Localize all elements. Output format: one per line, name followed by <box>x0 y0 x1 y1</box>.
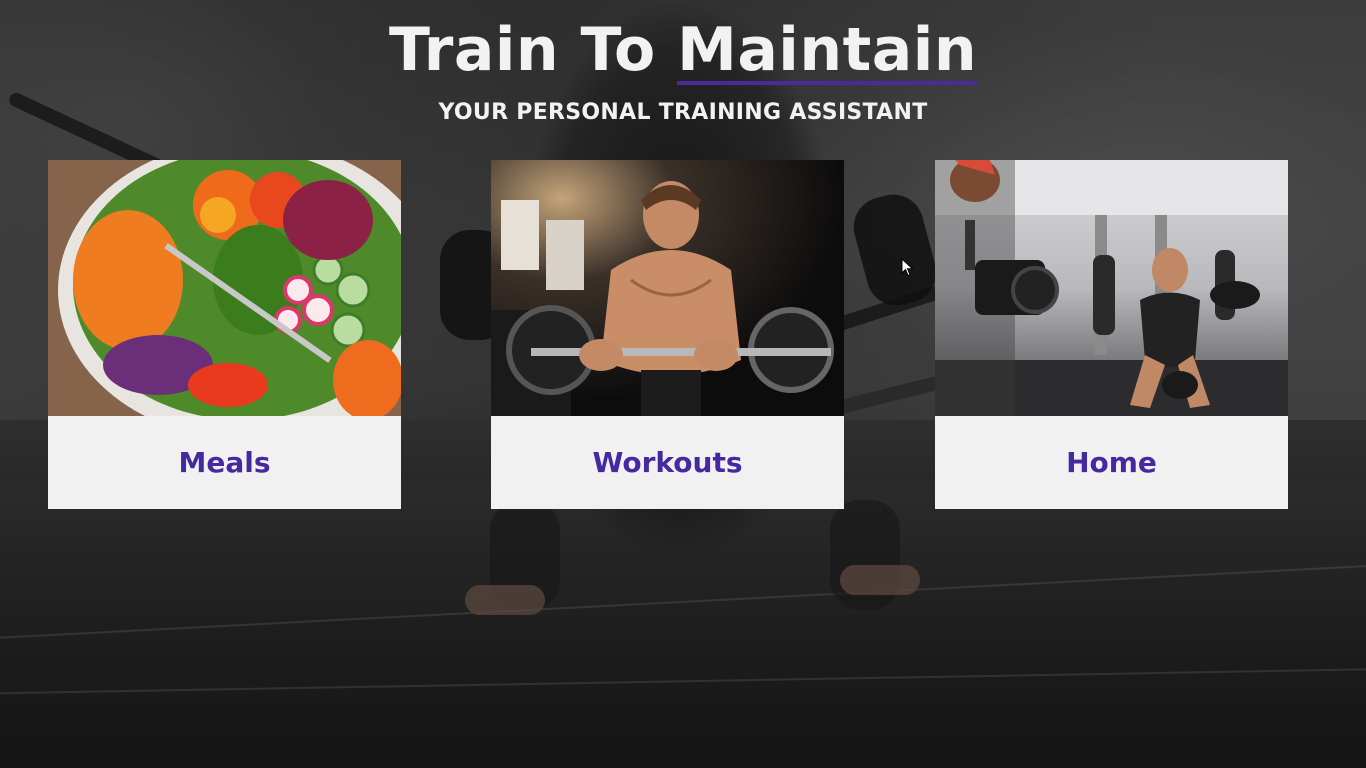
meals-card[interactable]: Meals <box>48 160 401 509</box>
man-lifting-barbell-image <box>491 160 844 416</box>
title-part-1: Train To <box>388 15 656 85</box>
page-title: Train To Maintain <box>389 12 977 88</box>
salad-bowl-image <box>48 160 401 416</box>
page-header: Train To Maintain YOUR PERSONAL TRAINING… <box>0 12 1366 125</box>
woman-boxing-gym-image <box>935 160 1288 416</box>
workouts-label: Workouts <box>592 446 743 479</box>
page-subtitle: YOUR PERSONAL TRAINING ASSISTANT <box>438 100 928 125</box>
title-part-2: Maintain <box>677 15 978 85</box>
mouse-cursor-icon <box>901 258 914 277</box>
home-card[interactable]: Home <box>935 160 1288 509</box>
home-label: Home <box>1066 446 1157 479</box>
meals-label: Meals <box>178 446 271 479</box>
workouts-card[interactable]: Workouts <box>491 160 844 509</box>
